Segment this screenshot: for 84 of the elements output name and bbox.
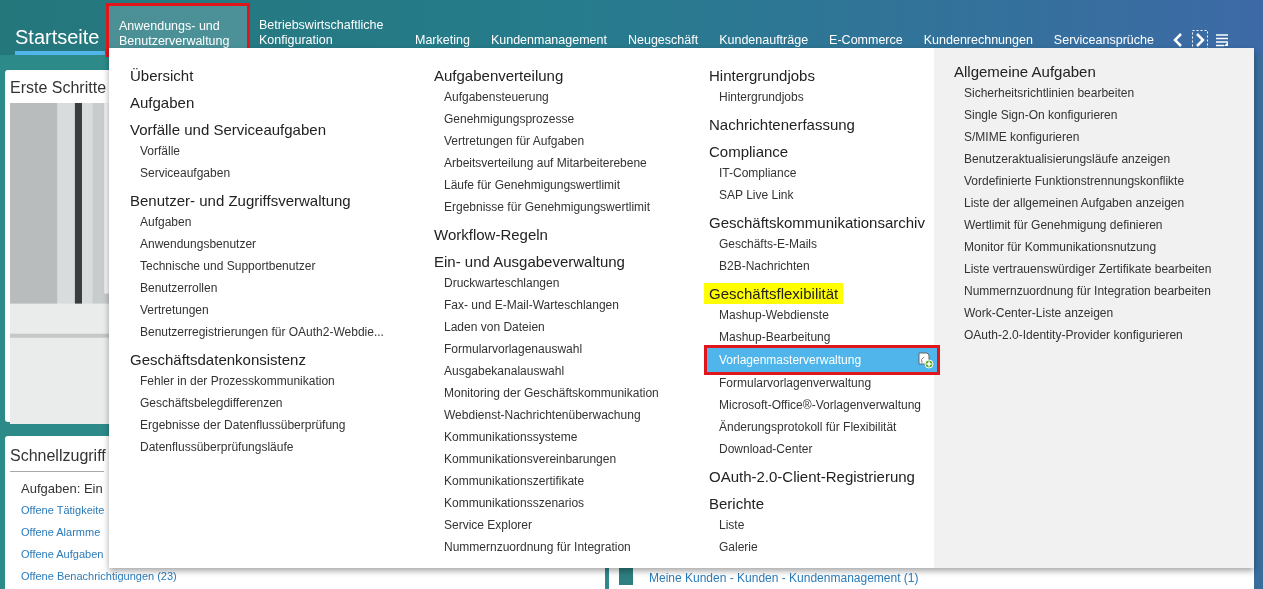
menu-item[interactable]: OAuth-2.0-Identity-Provider konfigurieren (954, 324, 1254, 346)
menu-item[interactable]: Mashup-Bearbeitung (709, 326, 934, 348)
menu-item[interactable]: Geschäftsbelegdifferenzen (130, 392, 413, 414)
menu-item[interactable]: Datenflussüberprüfungsläufe (130, 436, 413, 458)
menu-item[interactable]: Laden von Dateien (434, 316, 688, 338)
menu-item[interactable]: Ausgabekanalauswahl (434, 360, 688, 382)
menu-item[interactable]: Service Explorer (434, 514, 688, 536)
menu-heading[interactable]: Geschäftsflexibilität (704, 283, 844, 304)
menu-item[interactable]: S/MIME konfigurieren (954, 126, 1254, 148)
menu-item[interactable]: SAP Live Link (709, 184, 934, 206)
menu-item[interactable]: Anwendungsbenutzer (130, 233, 413, 255)
menu-item[interactable]: Vertretungen (130, 299, 413, 321)
menu-heading[interactable]: Vorfälle und Serviceaufgaben (127, 121, 329, 138)
menu-item[interactable]: Läufe für Genehmigungswertlimit (434, 174, 688, 196)
menu-item[interactable]: Liste (709, 514, 934, 536)
quick-link[interactable]: Offene Aufgaben (21, 543, 104, 565)
menu-item[interactable]: Benutzerrollen (130, 277, 413, 299)
quick-link[interactable]: Offene Alarmme (21, 521, 101, 543)
menu-heading[interactable]: Nachrichtenerfassung (706, 116, 858, 133)
menu-item[interactable]: Monitoring der Geschäftskommunikation (434, 382, 688, 404)
menu-item[interactable]: B2B-Nachrichten (709, 255, 934, 277)
menu-heading[interactable]: OAuth-2.0-Client-Registrierung (706, 468, 918, 485)
card-title: Erste Schritte (10, 78, 107, 98)
menu-item[interactable]: Genehmigungsprozesse (434, 108, 688, 130)
menu-heading[interactable]: Berichte (706, 495, 768, 512)
menu-icon[interactable] (1214, 33, 1229, 47)
menu-item[interactable]: Vorfälle (130, 140, 413, 162)
menu-item[interactable]: Vertretungen für Aufgaben (434, 130, 688, 152)
menu-item[interactable]: Fax- und E-Mail-Warteschlangen (434, 294, 688, 316)
home-tab[interactable]: Startseite (15, 26, 105, 55)
menu-item[interactable]: Ergebnisse der Datenflussüberprüfung (130, 414, 413, 436)
quick-link[interactable]: Offene Tätigkeite (21, 499, 105, 521)
menu-item[interactable]: Kommunikationsvereinbarungen (434, 448, 688, 470)
menu-item[interactable]: IT-Compliance (709, 162, 934, 184)
menu-item[interactable]: Kommunikationsszenarios (434, 492, 688, 514)
menu-item[interactable]: Formularvorlagenauswahl (434, 338, 688, 360)
chevron-right-icon[interactable] (1191, 30, 1208, 50)
menu-heading[interactable]: Aufgaben (127, 94, 198, 111)
menu-item[interactable]: Ergebnisse für Genehmigungswertlimit (434, 196, 688, 218)
menu-item[interactable]: Liste vertrauenswürdiger Zertifikate bearbeiten (954, 258, 1254, 280)
menu-heading[interactable]: Geschäftskommunikationsarchiv (706, 214, 928, 231)
menu-item[interactable]: Nummernzuordnung für Integration bearbeiten (954, 280, 1254, 302)
menu-item[interactable]: Monitor für Kommunikationsnutzung (954, 236, 1254, 258)
menu-heading[interactable]: Geschäftsdatenkonsistenz (127, 351, 309, 368)
report-link[interactable]: Meine Kunden - Kunden - Kundenmanagement (1) (649, 571, 919, 585)
document-add-icon[interactable] (916, 351, 934, 369)
menu-item[interactable]: Hintergrundjobs (709, 86, 934, 108)
menu-item[interactable]: Formularvorlagenverwaltung (709, 372, 934, 394)
menu-item[interactable]: Kommunikationszertifikate (434, 470, 688, 492)
menu-item[interactable]: Arbeitsverteilung auf Mitarbeiterebene (434, 152, 688, 174)
menu-item[interactable]: Änderungsprotokoll für Flexibilität (709, 416, 934, 438)
menu-item[interactable]: Work-Center-Liste anzeigen (954, 302, 1254, 324)
menu-item[interactable]: Mashup-Webdienste (709, 304, 934, 326)
menu-heading[interactable]: Übersicht (127, 67, 197, 84)
menu-item[interactable]: Galerie (709, 536, 934, 558)
menu-item[interactable]: Sicherheitsrichtlinien bearbeiten (954, 82, 1254, 104)
menu-item[interactable]: Liste der allgemeinen Aufgaben anzeigen (954, 192, 1254, 214)
menu-item[interactable]: Benutzeraktualisierungsläufe anzeigen (954, 148, 1254, 170)
menu-heading[interactable]: Hintergrundjobs (706, 67, 818, 84)
menu-item[interactable]: Aufgaben (130, 211, 413, 233)
menu-item[interactable]: Wertlimit für Genehmigung definieren (954, 214, 1254, 236)
menu-heading[interactable]: Workflow-Regeln (431, 226, 551, 243)
menu-item[interactable]: Single Sign-On konfigurieren (954, 104, 1254, 126)
menu-item[interactable]: Druckwarteschlangen (434, 272, 688, 294)
menu-item[interactable]: Vordefinierte Funktionstrennungskonflikte (954, 170, 1254, 192)
menu-heading[interactable]: Aufgabenverteilung (431, 67, 567, 84)
menu-heading[interactable]: Ein- und Ausgabeverwaltung (431, 253, 628, 270)
menu-item[interactable]: Serviceaufgaben (130, 162, 413, 184)
menu-item[interactable]: Technische und Supportbenutzer (130, 255, 413, 277)
menu-item[interactable]: Download-Center (709, 438, 934, 460)
menu-heading[interactable]: Benutzer- und Zugriffsverwaltung (127, 192, 354, 209)
menu-heading[interactable]: Compliance (706, 143, 792, 160)
section-label: Aufgaben: Ein (20, 480, 103, 498)
menu-heading[interactable]: Allgemeine Aufgaben (951, 63, 1099, 80)
quick-link[interactable]: Offene Benachrichtigungen (23) (21, 565, 177, 587)
menu-item[interactable]: Geschäfts-E-Mails (709, 233, 934, 255)
menu-item[interactable]: Kommunikationssysteme (434, 426, 688, 448)
menu-item[interactable]: Microsoft-Office®-Vorlagenverwaltung (709, 394, 934, 416)
menu-item[interactable]: Webdienst-Nachrichtenüberwachung (434, 404, 688, 426)
menu-item[interactable]: Benutzerregistrierungen für OAuth2-Webdie... (130, 321, 413, 343)
menu-item[interactable]: Nummernzuordnung für Integration (434, 536, 688, 558)
menu-item[interactable]: Aufgabensteuerung (434, 86, 688, 108)
card-title: Schnellzugriff (10, 444, 104, 472)
menu-item[interactable]: Fehler in der Prozesskommunikation (130, 370, 413, 392)
